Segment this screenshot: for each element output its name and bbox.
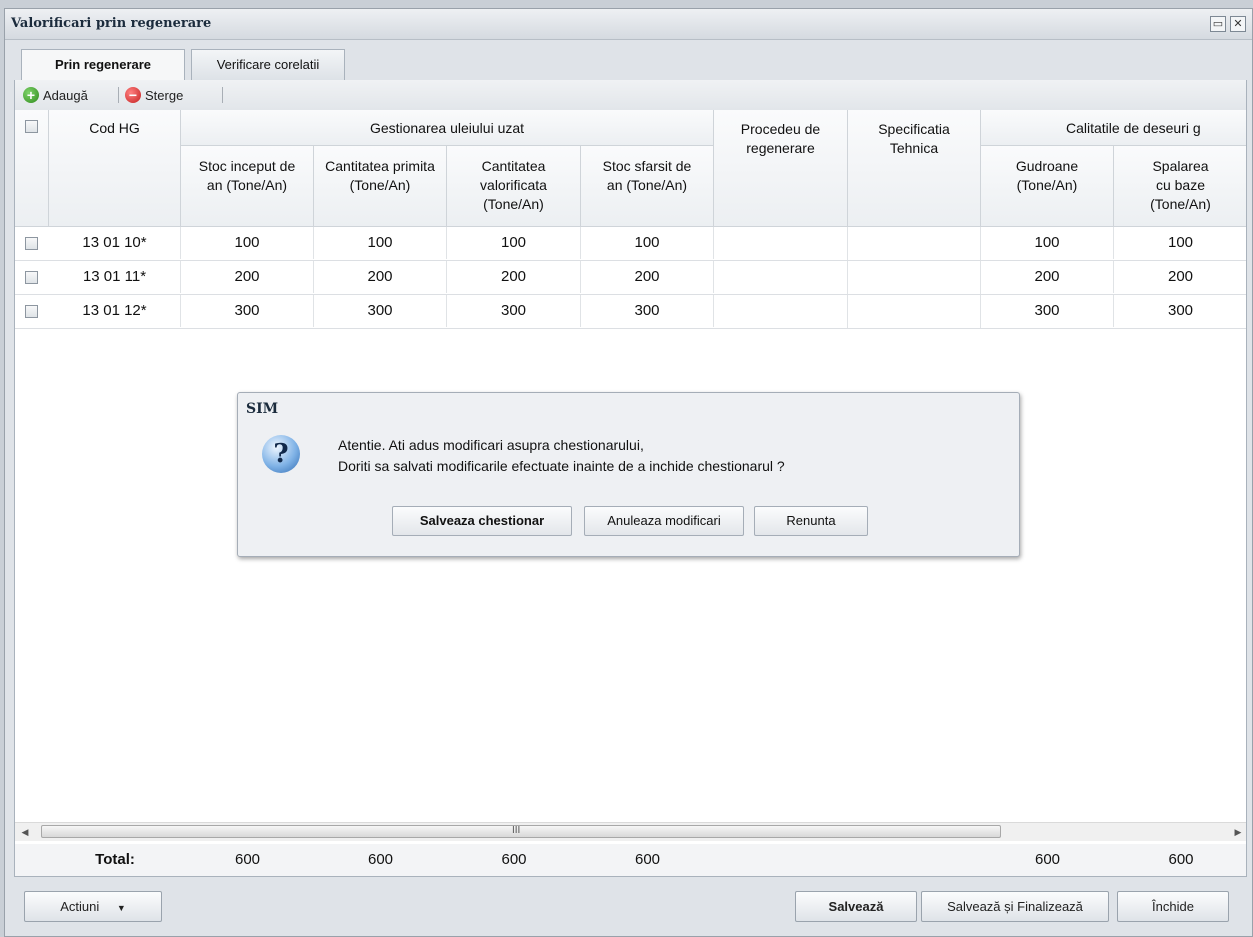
col-stoc-inceput[interactable]: Stoc inceput de an (Tone/An) bbox=[181, 146, 314, 227]
cell-cod: 13 01 12* bbox=[49, 295, 181, 327]
horizontal-scrollbar[interactable]: ◀ III ▶ bbox=[15, 822, 1246, 841]
cell-stoc-sfarsit[interactable]: 200 bbox=[581, 261, 714, 293]
chevron-down-icon: ▼ bbox=[116, 903, 126, 913]
scroll-right-icon[interactable]: ▶ bbox=[1230, 823, 1246, 841]
plus-icon: + bbox=[23, 87, 39, 103]
table-row[interactable]: 13 01 10* 100 100 100 100 100 100 bbox=[15, 227, 1246, 261]
table-row[interactable]: 13 01 11* 200 200 200 200 200 200 bbox=[15, 261, 1246, 295]
total-primita: 600 bbox=[367, 851, 394, 868]
cell-valorificata[interactable]: 300 bbox=[447, 295, 581, 327]
total-stoc-sfarsit: 600 bbox=[634, 851, 661, 868]
col-gudroane[interactable]: Gudroane (Tone/An) bbox=[981, 146, 1114, 227]
cell-stoc-sfarsit[interactable]: 300 bbox=[581, 295, 714, 327]
select-all-checkbox[interactable] bbox=[25, 120, 38, 133]
add-label: Adaugă bbox=[43, 87, 88, 103]
cell-primita[interactable]: 200 bbox=[314, 261, 447, 293]
actions-label: Actiuni bbox=[60, 899, 100, 914]
cell-specificatia[interactable] bbox=[848, 295, 981, 328]
row-checkbox[interactable] bbox=[25, 305, 38, 318]
cell-stoc-inceput[interactable]: 300 bbox=[181, 295, 314, 327]
cell-cod: 13 01 10* bbox=[49, 227, 181, 259]
totals-row: Total: 600 600 600 600 600 600 bbox=[15, 844, 1246, 876]
question-icon: ? bbox=[262, 435, 300, 473]
scroll-left-icon[interactable]: ◀ bbox=[17, 823, 33, 841]
window-titlebar[interactable]: Valorificari prin regenerare ▭ ✕ bbox=[5, 9, 1252, 40]
confirm-dialog: SIM ? Atentie. Ati adus modificari asupr… bbox=[237, 392, 1020, 557]
cell-gudroane[interactable]: 100 bbox=[981, 227, 1114, 259]
total-stoc-inceput: 600 bbox=[234, 851, 261, 868]
minus-icon: − bbox=[125, 87, 141, 103]
save-finalize-button[interactable]: Salvează și Finalizează bbox=[921, 891, 1109, 922]
cell-stoc-inceput[interactable]: 200 bbox=[181, 261, 314, 293]
tab-strip: Prin regenerare Verificare corelatii bbox=[15, 47, 1244, 82]
total-spalarea: 600 bbox=[1168, 851, 1194, 868]
cell-spalarea[interactable]: 100 bbox=[1114, 227, 1246, 259]
dialog-message-line2: Doriti sa salvati modificarile efectuate… bbox=[338, 458, 785, 474]
cell-primita[interactable]: 100 bbox=[314, 227, 447, 259]
tab-prin-regenerare[interactable]: Prin regenerare bbox=[21, 49, 185, 82]
save-button[interactable]: Salvează bbox=[795, 891, 917, 922]
actions-dropdown[interactable]: Actiuni ▼ bbox=[24, 891, 162, 922]
total-label: Total: bbox=[95, 851, 135, 868]
cell-gudroane[interactable]: 300 bbox=[981, 295, 1114, 327]
cell-valorificata[interactable]: 200 bbox=[447, 261, 581, 293]
toolbar-divider bbox=[118, 87, 119, 103]
window-title: Valorificari prin regenerare bbox=[11, 16, 212, 31]
maximize-icon[interactable]: ▭ bbox=[1210, 16, 1226, 32]
total-valorificata: 600 bbox=[501, 851, 527, 868]
scrollbar-thumb[interactable]: III bbox=[41, 825, 1001, 838]
cell-valorificata[interactable]: 100 bbox=[447, 227, 581, 259]
dialog-message: Atentie. Ati adus modificari asupra ches… bbox=[338, 435, 785, 477]
col-procedeu[interactable]: Procedeu de regenerare bbox=[714, 110, 848, 227]
col-cod-hg[interactable]: Cod HG bbox=[49, 110, 181, 227]
cell-primita[interactable]: 300 bbox=[314, 295, 447, 327]
discard-changes-button[interactable]: Anuleaza modificari bbox=[584, 506, 744, 536]
dialog-title: SIM bbox=[246, 401, 279, 417]
total-gudroane: 600 bbox=[1034, 851, 1061, 868]
grid-toolbar: + Adaugă − Sterge bbox=[15, 80, 1246, 111]
row-checkbox[interactable] bbox=[25, 271, 38, 284]
cell-procedeu[interactable] bbox=[714, 261, 848, 294]
tab-verificare-corelatii[interactable]: Verificare corelatii bbox=[191, 49, 345, 80]
cell-procedeu[interactable] bbox=[714, 227, 848, 260]
cell-spalarea[interactable]: 300 bbox=[1114, 295, 1246, 327]
cell-specificatia[interactable] bbox=[848, 227, 981, 260]
delete-label: Sterge bbox=[145, 87, 184, 103]
col-cantitatea-valorificata[interactable]: Cantitatea valorificata (Tone/An) bbox=[447, 146, 581, 227]
delete-button[interactable]: − Sterge bbox=[125, 87, 183, 103]
group-calitatile: Calitatile de deseuri g bbox=[981, 110, 1246, 146]
dialog-message-line1: Atentie. Ati adus modificari asupra ches… bbox=[338, 437, 644, 453]
close-icon[interactable]: ✕ bbox=[1230, 16, 1246, 32]
cell-stoc-inceput[interactable]: 100 bbox=[181, 227, 314, 259]
cancel-button[interactable]: Renunta bbox=[754, 506, 868, 536]
cell-cod: 13 01 11* bbox=[49, 261, 181, 293]
col-stoc-sfarsit[interactable]: Stoc sfarsit de an (Tone/An) bbox=[581, 146, 714, 227]
row-checkbox[interactable] bbox=[25, 237, 38, 250]
table-row[interactable]: 13 01 12* 300 300 300 300 300 300 bbox=[15, 295, 1246, 329]
col-cantitatea-primita[interactable]: Cantitatea primita (Tone/An) bbox=[314, 146, 447, 227]
col-spalarea[interactable]: Spalarea cu baze (Tone/An) bbox=[1114, 146, 1246, 227]
grip-icon: III bbox=[512, 825, 521, 836]
cell-procedeu[interactable] bbox=[714, 295, 848, 328]
close-button[interactable]: Închide bbox=[1117, 891, 1229, 922]
select-all-header bbox=[15, 110, 49, 227]
col-specificatia[interactable]: Specificatia Tehnica bbox=[848, 110, 981, 227]
add-button[interactable]: + Adaugă bbox=[23, 87, 88, 103]
cell-spalarea[interactable]: 200 bbox=[1114, 261, 1246, 293]
cell-stoc-sfarsit[interactable]: 100 bbox=[581, 227, 714, 259]
group-gestionare: Gestionarea uleiului uzat bbox=[181, 110, 714, 146]
save-questionnaire-button[interactable]: Salveaza chestionar bbox=[392, 506, 572, 536]
toolbar-divider bbox=[222, 87, 223, 103]
cell-gudroane[interactable]: 200 bbox=[981, 261, 1114, 293]
cell-specificatia[interactable] bbox=[848, 261, 981, 294]
